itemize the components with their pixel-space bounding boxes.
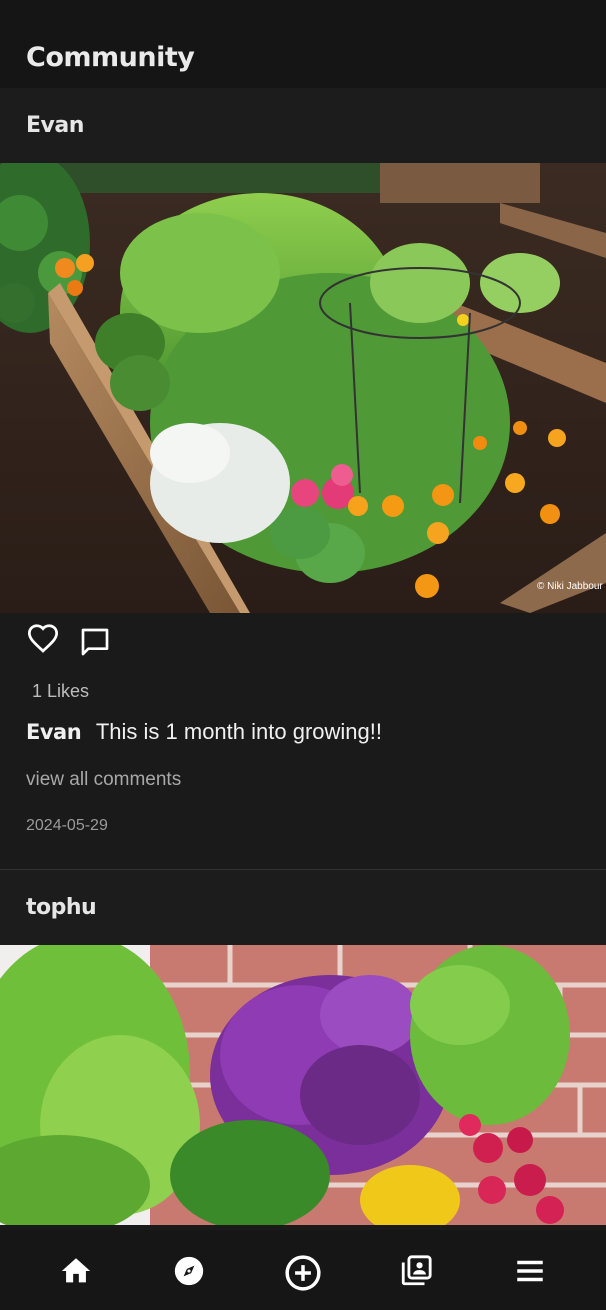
nav-explore-button[interactable] xyxy=(172,1254,206,1288)
post-card: tophu xyxy=(0,870,606,1225)
heart-icon xyxy=(27,624,59,653)
view-comments-link[interactable]: view all comments xyxy=(0,769,606,791)
home-icon xyxy=(61,1258,91,1283)
post-date: 2024-05-29 xyxy=(26,817,108,834)
nav-menu-button[interactable] xyxy=(513,1254,547,1288)
compass-icon xyxy=(174,1256,204,1286)
likes-count[interactable]: 1 Likes xyxy=(0,673,606,709)
caption-username[interactable]: Evan xyxy=(26,720,82,744)
post-actions xyxy=(0,613,606,673)
caption-text: This is 1 month into growing!! xyxy=(95,719,382,744)
post-image-garden[interactable]: © Niki Jabbour xyxy=(0,163,606,613)
post-header: tophu xyxy=(0,870,606,945)
app-screen: Community Evan © Niki Jabbour 1 Likes Ev… xyxy=(0,0,606,1310)
post-image-vegetables[interactable] xyxy=(0,945,606,1225)
nav-home-button[interactable] xyxy=(59,1254,93,1288)
comment-icon xyxy=(81,628,109,656)
page-title: Community xyxy=(26,42,195,73)
top-bar: Community xyxy=(0,0,606,88)
menu-icon xyxy=(517,1260,543,1282)
plus-circle-icon xyxy=(285,1255,321,1291)
nav-gallery-button[interactable] xyxy=(399,1254,433,1288)
post-username[interactable]: tophu xyxy=(26,895,97,920)
comment-button[interactable] xyxy=(78,626,112,662)
nav-create-button[interactable] xyxy=(284,1254,321,1291)
post-username[interactable]: Evan xyxy=(26,113,84,138)
like-button[interactable] xyxy=(26,623,60,657)
post-card: Evan © Niki Jabbour 1 Likes Evan This is… xyxy=(0,88,606,870)
photo-library-icon xyxy=(401,1255,432,1286)
post-header: Evan xyxy=(0,88,606,163)
post-feed[interactable]: Evan © Niki Jabbour 1 Likes Evan This is… xyxy=(0,88,606,1230)
bottom-nav xyxy=(0,1230,606,1310)
image-watermark: © Niki Jabbour xyxy=(537,581,603,592)
post-caption: Evan This is 1 month into growing!! xyxy=(0,717,606,747)
